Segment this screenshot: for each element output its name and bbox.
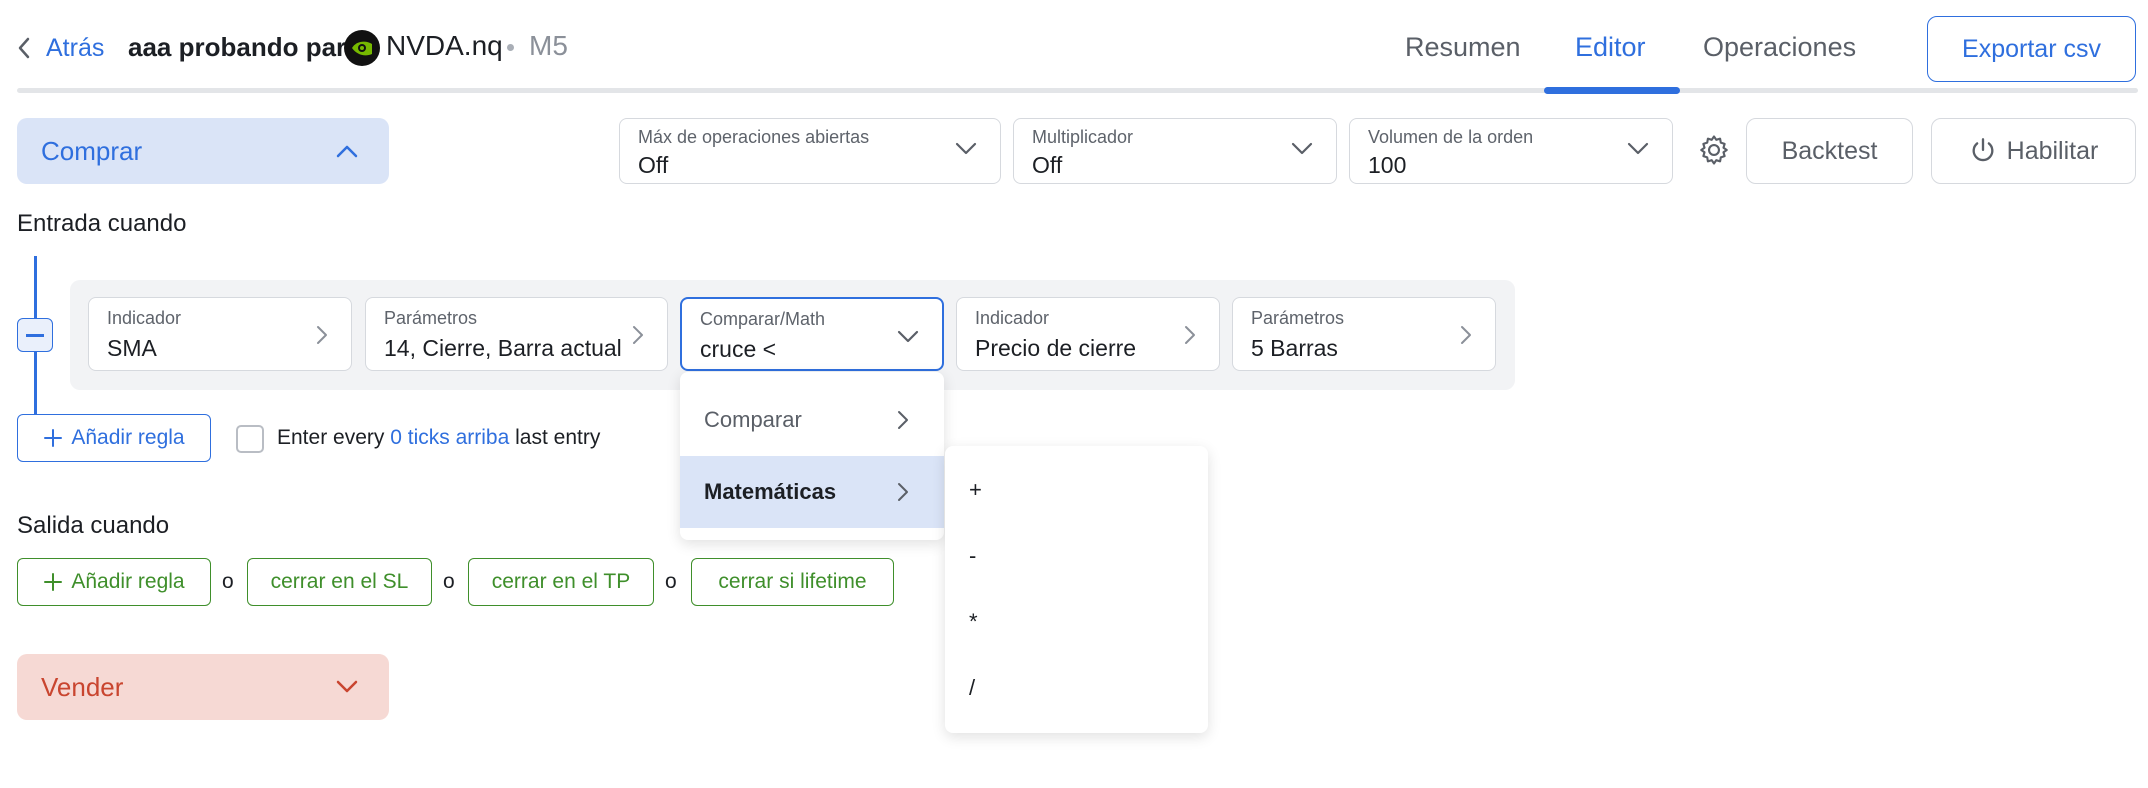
plus-icon [44,573,63,591]
active-tab-indicator [1544,87,1680,94]
enter-every-text: Enter every 0 ticks arriba last entry [277,426,600,450]
chevron-down-icon [1627,142,1649,155]
menu-item-matematicas[interactable]: Matemáticas [680,456,944,528]
menu-item-label: Matemáticas [704,479,837,504]
menu-item-comparar[interactable]: Comparar [680,384,944,456]
timeframe-label: M5 [529,30,568,61]
field-label: Indicador [107,308,182,328]
power-icon [1972,138,1994,162]
back-label: Atrás [46,33,105,62]
indicator-field-1[interactable]: Indicador SMA [88,297,352,371]
chevron-right-icon [317,326,327,344]
minus-icon [26,333,44,337]
entry-section-title: Entrada cuando [17,210,187,237]
order-volume-value: 100 [1368,152,1407,178]
tab-operaciones[interactable]: Operaciones [1703,32,1856,63]
compare-math-menu: Comparar Matemáticas [680,372,944,540]
field-value: SMA [107,335,157,361]
chevron-right-icon [633,326,643,344]
separator-dot [507,44,514,51]
close-at-sl-button[interactable]: cerrar en el SL [247,558,432,606]
chevron-down-icon [1291,142,1313,155]
menu-item-label: Comparar [704,407,802,432]
symbol-label: NVDA.nq [386,30,503,61]
chevron-right-icon [1461,326,1471,344]
backtest-button[interactable]: Backtest [1746,118,1913,184]
multiplier-select[interactable]: Multiplicador Off [1013,118,1337,184]
parameters-field-2[interactable]: Parámetros 5 Barras [1232,297,1496,371]
max-open-trades-select[interactable]: Máx de operaciones abiertas Off [619,118,1001,184]
sell-section-label: Vender [41,671,124,702]
enable-button[interactable]: Habilitar [1931,118,2136,184]
or-separator: o [665,570,677,593]
tab-resumen[interactable]: Resumen [1405,32,1521,63]
order-volume-select[interactable]: Volumen de la orden 100 [1349,118,1673,184]
chevron-right-icon [898,411,908,429]
math-op-multiply[interactable]: * [969,609,1189,635]
add-exit-rule-button[interactable]: Añadir regla [17,558,211,606]
or-separator: o [443,570,455,593]
max-open-trades-value: Off [638,152,669,178]
remove-rule-button[interactable] [17,318,53,352]
enter-every-checkbox[interactable] [236,425,264,453]
field-value: 5 Barras [1251,335,1338,361]
multiplier-value: Off [1032,152,1063,178]
max-open-trades-label: Máx de operaciones abiertas [638,127,870,147]
enable-label: Habilitar [2006,136,2099,165]
field-value: cruce < [700,336,777,362]
close-if-lifetime-button[interactable]: cerrar si lifetime [691,558,894,606]
field-label: Comparar/Math [700,309,826,329]
parameters-field-1[interactable]: Parámetros 14, Cierre, Barra actual [365,297,668,371]
back-button[interactable]: Atrás [16,30,104,66]
chevron-down-icon [897,330,919,343]
export-csv-button[interactable]: Exportar csv [1927,16,2136,82]
close-at-tp-button[interactable]: cerrar en el TP [468,558,654,606]
chevron-down-icon [955,142,977,155]
exit-section-title: Salida cuando [17,512,170,539]
chevron-left-icon [18,37,30,59]
buy-section-toggle[interactable]: Comprar [17,118,389,184]
field-value: 14, Cierre, Barra actual [384,335,622,361]
field-label: Parámetros [1251,308,1345,328]
sell-section-toggle[interactable]: Vender [17,654,389,720]
strategy-title: aaa probando para [128,32,361,62]
nvidia-logo-icon [344,30,380,66]
field-value: Precio de cierre [975,335,1137,361]
field-label: Indicador [975,308,1050,328]
math-op-divide[interactable]: / [969,675,1189,701]
order-volume-label: Volumen de la orden [1368,127,1534,147]
add-rule-label: Añadir regla [71,570,185,593]
chevron-down-icon [336,680,358,693]
compare-math-select[interactable]: Comparar/Math cruce < [680,297,944,371]
chevron-right-icon [1185,326,1195,344]
chevron-up-icon [336,145,358,158]
ticks-link[interactable]: 0 ticks arriba [390,426,509,449]
or-separator: o [222,570,234,593]
add-entry-rule-button[interactable]: Añadir regla [17,414,211,462]
math-op-minus[interactable]: - [969,543,1189,569]
chevron-right-icon [898,483,908,501]
gear-icon[interactable] [1697,133,1731,167]
plus-icon [44,429,63,447]
indicator-field-2[interactable]: Indicador Precio de cierre [956,297,1220,371]
add-rule-label: Añadir regla [71,426,185,449]
math-op-plus[interactable]: + [969,477,1189,503]
tab-editor[interactable]: Editor [1575,32,1646,63]
math-submenu: + - * / [945,446,1208,733]
field-label: Parámetros [384,308,478,328]
enter-every-suffix: last entry [515,426,601,449]
enter-every-prefix: Enter every [277,426,385,449]
multiplier-label: Multiplicador [1032,127,1134,147]
buy-section-label: Comprar [41,135,143,166]
tab-bar-divider [17,88,2138,93]
